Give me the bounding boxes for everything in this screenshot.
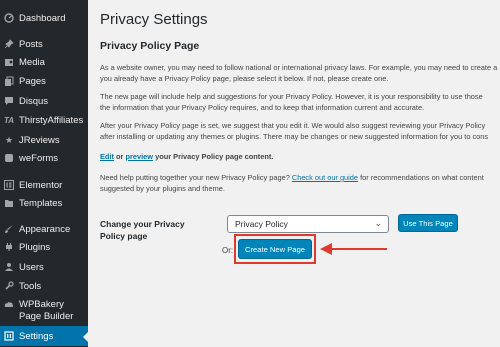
sidebar-item-label: Disqus — [19, 95, 49, 107]
sidebar-item-media[interactable]: Media — [0, 52, 88, 72]
sidebar-item-tools[interactable]: Tools — [0, 276, 88, 296]
star-icon: ★ — [4, 134, 14, 145]
sidebar-item-label: JReviews — [19, 134, 60, 146]
use-this-page-button[interactable]: Use This Page — [398, 214, 458, 232]
settings-icon — [4, 331, 14, 341]
sidebar-item-label: ThirstyAffiliates — [19, 114, 84, 126]
sidebar-item-elementor[interactable]: Elementor — [0, 175, 88, 195]
sidebar-item-disqus[interactable]: Disqus — [0, 91, 88, 111]
sidebar-item-label: Users — [19, 261, 44, 273]
edit-preview-line: Edit or preview your Privacy Policy page… — [100, 151, 273, 162]
info-paragraph-line-1: The new page will include help and sugge… — [100, 92, 483, 101]
sidebar-item-label: Elementor — [19, 179, 63, 191]
ta-icon: TA — [3, 115, 15, 125]
cloud-icon — [4, 300, 14, 310]
help-line-2: suggested by your plugins and theme. — [100, 184, 225, 193]
sidebar-item-label: Plugins — [19, 241, 51, 253]
sidebar-item-templates[interactable]: Templates — [0, 193, 88, 213]
privacy-page-select[interactable]: Privacy Policy ⌄ — [227, 215, 389, 233]
sidebar-item-weforms[interactable]: weForms — [0, 148, 88, 168]
guide-link[interactable]: Check out our guide — [292, 173, 358, 182]
sidebar-item-jreviews[interactable]: ★ JReviews — [0, 130, 88, 150]
sidebar-item-label: Pages — [19, 75, 46, 87]
chevron-down-icon: ⌄ — [374, 218, 382, 228]
dashboard-icon — [4, 13, 14, 23]
edit-suffix: your Privacy Policy page content. — [155, 152, 274, 161]
forms-icon — [4, 153, 14, 163]
folder-icon — [4, 198, 14, 208]
elementor-icon — [4, 180, 14, 190]
intro-paragraph-line-1: As a website owner, you may need to foll… — [100, 63, 498, 72]
sidebar-item-posts[interactable]: Posts — [0, 34, 88, 54]
change-page-label: Change your Privacy Policy page — [100, 219, 185, 241]
create-new-page-button[interactable]: Create New Page — [238, 239, 312, 259]
plugin-icon — [4, 242, 14, 252]
admin-sidebar: Dashboard Posts Media Pages Disqus TA Th… — [0, 0, 88, 347]
or-word: or — [116, 152, 124, 161]
sidebar-item-thirstyaffiliates[interactable]: TA ThirstyAffiliates — [0, 110, 88, 130]
sidebar-item-label: WPBakery Page Builder — [19, 299, 74, 322]
comment-icon — [4, 96, 14, 106]
pin-icon — [4, 39, 14, 49]
help-prefix: Need help putting together your new Priv… — [100, 173, 290, 182]
suggestion-paragraph-line-1: After your Privacy Policy page is set, w… — [100, 121, 486, 130]
sidebar-item-wpbakery[interactable]: WPBakery Page Builder — [0, 297, 88, 327]
sidebar-item-label: weForms — [19, 152, 59, 164]
section-title: Privacy Policy Page — [100, 40, 200, 52]
sidebar-item-users[interactable]: Users — [0, 257, 88, 277]
annotation-arrow-head — [320, 243, 332, 255]
sidebar-item-pages[interactable]: Pages — [0, 71, 88, 91]
help-suffix: for recommendations on what content — [360, 173, 484, 182]
or-label: Or: — [222, 246, 234, 255]
page-title: Privacy Settings — [100, 11, 208, 28]
media-icon — [4, 57, 14, 67]
sidebar-item-appearance[interactable]: Appearance — [0, 219, 88, 239]
annotation-arrow-line — [331, 248, 387, 250]
main-content: Privacy Settings Privacy Policy Page As … — [88, 0, 500, 347]
sidebar-item-label: Templates — [19, 197, 63, 209]
sidebar-item-settings[interactable]: Settings — [0, 326, 88, 346]
sidebar-item-label: Posts — [19, 38, 43, 50]
info-paragraph-line-2: the information that your Privacy Policy… — [100, 103, 425, 112]
sidebar-item-label: Tools — [19, 280, 42, 292]
wrench-icon — [4, 281, 14, 291]
sidebar-item-label: Media — [19, 56, 45, 68]
edit-link[interactable]: Edit — [100, 152, 114, 161]
sidebar-item-dashboard[interactable]: Dashboard — [0, 8, 88, 28]
brush-icon — [4, 224, 14, 234]
sidebar-item-plugins[interactable]: Plugins — [0, 237, 88, 257]
sidebar-item-label: Settings — [19, 330, 54, 342]
pages-icon — [4, 76, 14, 86]
sidebar-item-label: Dashboard — [19, 12, 66, 24]
intro-paragraph-line-2: you already have a Privacy Policy page, … — [100, 74, 389, 83]
suggestion-paragraph-line-2: after installing or updating any themes … — [100, 132, 489, 141]
select-value: Privacy Policy — [235, 219, 288, 229]
user-icon — [4, 262, 14, 272]
sidebar-item-label: Appearance — [19, 223, 71, 235]
preview-link[interactable]: preview — [126, 152, 154, 161]
help-line-1: Need help putting together your new Priv… — [100, 172, 484, 183]
